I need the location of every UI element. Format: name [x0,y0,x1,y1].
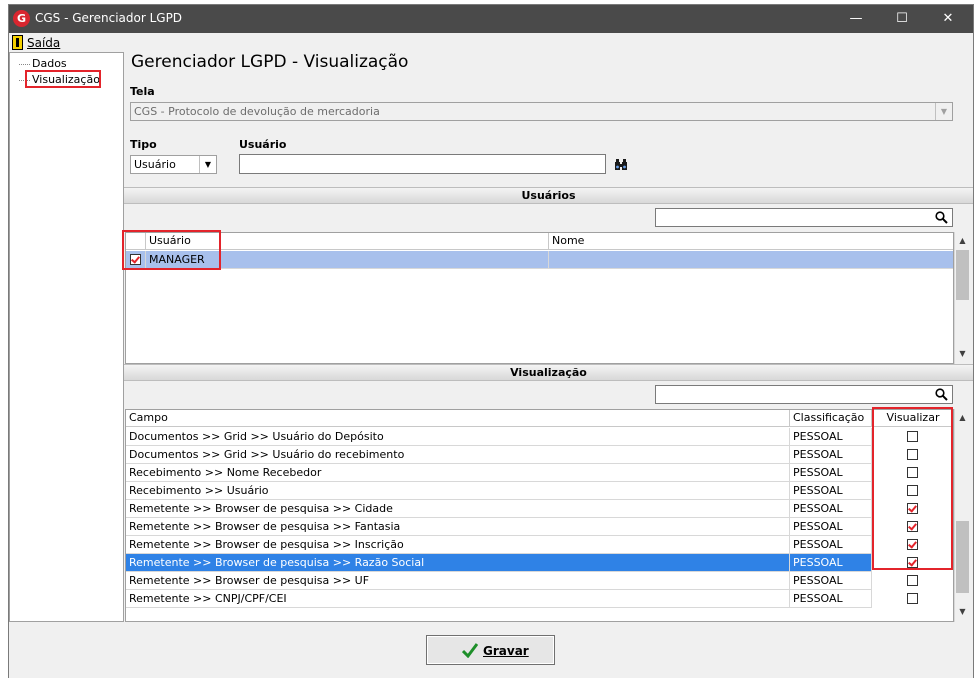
table-cell-classification: PESSOAL [790,536,872,554]
tree-connector [19,64,30,65]
table-cell-name [549,251,953,269]
table-cell-field: Remetente >> Browser de pesquisa >> Cida… [126,500,790,518]
type-label: Tipo [130,138,157,151]
user-label: Usuário [239,138,287,151]
table-cell-field: Remetente >> Browser de pesquisa >> Razã… [126,554,790,572]
table-cell-field: Remetente >> CNPJ/CPF/CEI [126,590,790,608]
type-select-value: Usuário [134,158,176,171]
table-cell-classification: PESSOAL [790,500,872,518]
table-cell-field: Remetente >> Browser de pesquisa >> Insc… [126,536,790,554]
tree-item-dados[interactable]: Dados [32,57,67,70]
scroll-up-icon[interactable]: ▲ [955,410,970,425]
table-row[interactable]: Documentos >> Grid >> Usuário do Depósit… [126,428,953,446]
table-row[interactable]: Remetente >> Browser de pesquisa >> Fant… [126,518,953,536]
search-icon[interactable] [935,211,948,224]
table-cell-classification: PESSOAL [790,572,872,590]
table-row[interactable]: Remetente >> Browser de pesquisa >> UF PE… [126,572,953,590]
table-cell-field: Documentos >> Grid >> Usuário do recebim… [126,446,790,464]
view-grid: Campo Classificação Visualizar Documento… [125,409,954,622]
type-select[interactable]: Usuário ▼ [130,155,217,174]
binoculars-icon[interactable] [614,158,628,172]
background-desktop-strip [0,0,8,681]
screen-label: Tela [130,85,155,98]
close-icon[interactable]: ✕ [925,5,971,33]
table-cell-visualize[interactable] [872,590,953,608]
table-cell-classification: PESSOAL [790,590,872,608]
chevron-down-icon[interactable]: ▼ [199,156,216,173]
table-cell-classification: PESSOAL [790,446,872,464]
table-cell-field: Remetente >> Browser de pesquisa >> UF [126,572,790,590]
table-row[interactable]: Remetente >> CNPJ/CPF/CEI PESSOAL [126,590,953,608]
users-scrollbar[interactable]: ▲ ▼ [954,232,970,364]
users-section-header: Usuários [124,187,973,204]
chevron-down-icon[interactable]: ▼ [935,103,952,120]
view-section-header: Visualização [124,364,973,381]
screen-select[interactable]: CGS - Protocolo de devolução de mercador… [130,102,953,121]
table-cell-field: Documentos >> Grid >> Usuário do Depósit… [126,428,790,446]
table-row[interactable]: Remetente >> Browser de pesquisa >> Razã… [126,554,953,572]
scroll-thumb[interactable] [956,250,969,300]
main-window: G CGS - Gerenciador LGPD — ☐ ✕ Saída Dad… [8,4,974,678]
scroll-down-icon[interactable]: ▼ [955,346,970,361]
table-row[interactable]: Documentos >> Grid >> Usuário do recebim… [126,446,953,464]
users-search-input[interactable] [655,208,953,227]
table-cell-field: Remetente >> Browser de pesquisa >> Fant… [126,518,790,536]
user-input[interactable] [239,154,606,174]
view-scrollbar[interactable]: ▲ ▼ [954,409,970,622]
table-row[interactable]: Recebimento >> Usuário PESSOAL [126,482,953,500]
visualize-checkbox[interactable] [907,593,918,604]
users-grid: Usuário Nome MANAGER [125,232,954,364]
maximize-icon[interactable]: ☐ [879,5,925,33]
exit-door-icon[interactable] [12,35,23,50]
window-title: CGS - Gerenciador LGPD [35,11,183,25]
screen-select-value: CGS - Protocolo de devolução de mercador… [134,105,380,118]
scroll-thumb[interactable] [956,521,969,593]
visualize-checkbox[interactable] [907,575,918,586]
table-cell-classification: PESSOAL [790,518,872,536]
users-column-header-name[interactable]: Nome [549,233,953,250]
table-row[interactable]: Remetente >> Browser de pesquisa >> Insc… [126,536,953,554]
table-cell-visualize[interactable] [872,572,953,590]
minimize-icon[interactable]: — [833,5,879,33]
title-bar[interactable]: G CGS - Gerenciador LGPD — ☐ ✕ [9,5,973,33]
table-cell-classification: PESSOAL [790,482,872,500]
search-icon[interactable] [935,388,948,401]
highlight-users-column [122,230,221,270]
scroll-down-icon[interactable]: ▼ [955,604,970,619]
table-cell-field: Recebimento >> Usuário [126,482,790,500]
view-search-input[interactable] [655,385,953,404]
save-button-label: Gravar [483,644,529,658]
table-row[interactable]: Remetente >> Browser de pesquisa >> Cida… [126,500,953,518]
view-column-header-classification[interactable]: Classificação [790,410,872,427]
app-logo-icon: G [13,10,30,27]
table-row[interactable]: MANAGER [126,251,953,269]
navigation-tree: Dados Visualização [9,52,124,622]
table-cell-classification: PESSOAL [790,554,872,572]
table-cell-classification: PESSOAL [790,428,872,446]
highlight-visualize-column [872,407,953,570]
view-column-header-field[interactable]: Campo [126,410,790,427]
save-button[interactable]: Gravar [426,635,555,665]
checkmark-icon [462,643,478,658]
exit-menu-item[interactable]: Saída [27,36,60,50]
table-row[interactable]: Recebimento >> Nome Recebedor PESSOAL [126,464,953,482]
menu-bar: Saída [9,33,973,52]
highlight-tree-visualizacao [25,70,101,88]
table-cell-classification: PESSOAL [790,464,872,482]
scroll-up-icon[interactable]: ▲ [955,233,970,248]
table-cell-field: Recebimento >> Nome Recebedor [126,464,790,482]
page-title: Gerenciador LGPD - Visualização [131,52,409,72]
